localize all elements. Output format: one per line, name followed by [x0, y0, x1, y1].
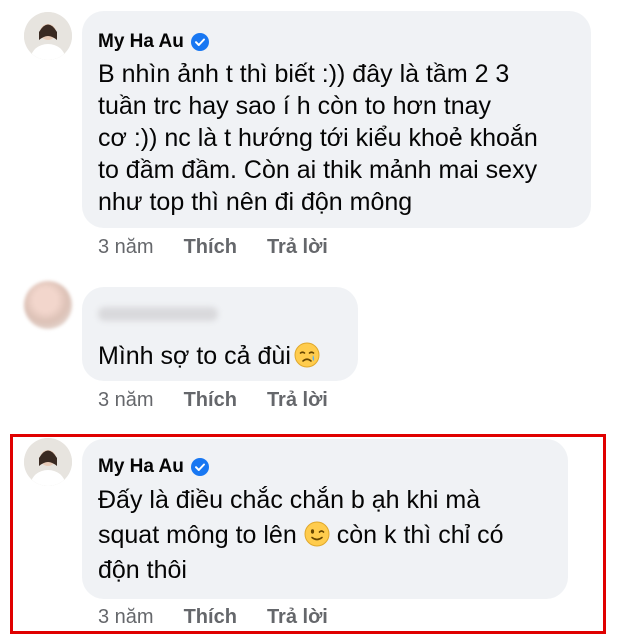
- reply-button[interactable]: Trả lời: [267, 389, 328, 412]
- comment-text: Mình sợ to cả đùi: [98, 340, 323, 372]
- timestamp[interactable]: 3 năm: [98, 236, 154, 259]
- author-name[interactable]: My Ha Au: [98, 31, 184, 53]
- avatar[interactable]: [24, 12, 72, 60]
- highlight-box: [10, 434, 606, 634]
- comment-text-line: to đầm đầm. Còn ai thik mảnh mai sexy: [98, 156, 538, 184]
- comment-text: B nhìn ảnh t thì biết :)) đây là tầm 2 3…: [98, 58, 538, 218]
- comment-text-line: cơ :)) nc là t hướng tới kiểu khoẻ khoắn: [98, 124, 538, 152]
- comment-text-content: Mình sợ to cả đùi: [98, 342, 291, 370]
- timestamp[interactable]: 3 năm: [98, 389, 154, 412]
- author-name-blurred[interactable]: [98, 307, 218, 321]
- comment-text-line: B nhìn ảnh t thì biết :)) đây là tầm 2 3: [98, 60, 510, 88]
- verified-badge-icon: [190, 33, 209, 51]
- comment-1: My Ha Au B nhìn ảnh t thì biết :)) đây l…: [0, 0, 620, 270]
- like-button[interactable]: Thích: [184, 389, 237, 412]
- like-button[interactable]: Thích: [184, 236, 237, 259]
- author-row: [98, 307, 218, 321]
- comment-actions: 3 năm Thích Trả lời: [98, 236, 358, 259]
- comment-actions: 3 năm Thích Trả lời: [98, 389, 358, 412]
- reply-button[interactable]: Trả lời: [267, 236, 328, 259]
- comment-2: Mình sợ to cả đùi 3 năm Thích Trả lời: [0, 270, 620, 420]
- comment-text-line: tuần trc hay sao í h còn to hơn tnay: [98, 92, 492, 120]
- author-row: My Ha Au: [98, 31, 209, 53]
- avatar-image: [24, 12, 72, 60]
- crying-face-icon: [294, 342, 320, 368]
- comment-text-line: như top thì nên đi độn mông: [98, 188, 413, 216]
- avatar[interactable]: [24, 281, 72, 329]
